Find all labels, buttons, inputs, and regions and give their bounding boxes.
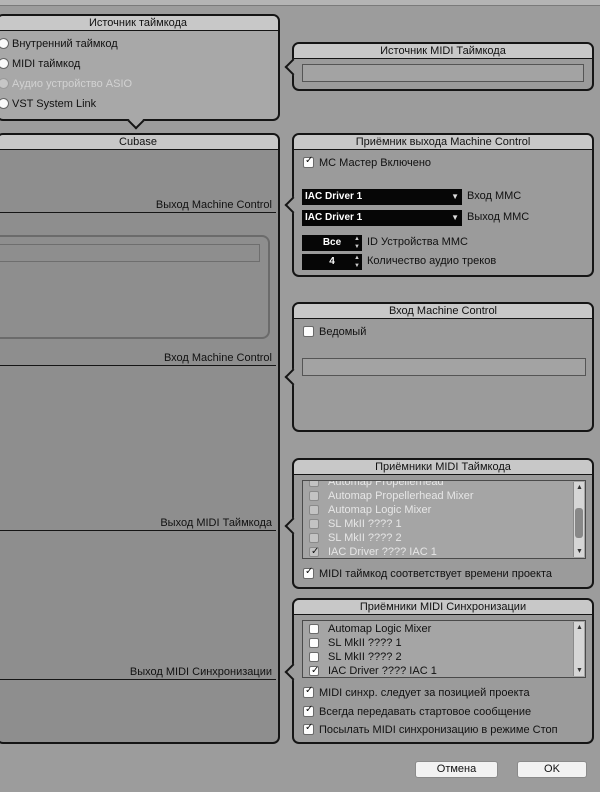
- checkbox-icon[interactable]: [309, 638, 319, 648]
- scroll-down-icon[interactable]: ▼: [574, 546, 585, 557]
- midi-sync-follows-position-checkbox[interactable]: MIDI синхр. следует за позицией проекта: [303, 685, 530, 699]
- mmc-device-id-spinner[interactable]: Все ▲ ▼: [302, 235, 362, 251]
- checkbox-icon[interactable]: [303, 722, 314, 735]
- cubase-title: Cubase: [0, 135, 278, 150]
- audio-tracks-label: Количество аудио треков: [367, 255, 497, 267]
- checkbox-icon[interactable]: [303, 685, 314, 698]
- radio-vst-system-link[interactable]: VST System Link: [0, 96, 96, 112]
- checkbox-icon[interactable]: [303, 155, 314, 168]
- mmc-out-label: Выход MMC: [467, 211, 530, 223]
- checkbox-icon[interactable]: [303, 704, 314, 717]
- timecode-source-panel: Источник таймкода Внутренний таймкод MID…: [0, 14, 280, 130]
- list-item[interactable]: Automap Propellerhead Mixer: [303, 489, 585, 503]
- panel-pointer-left: [284, 517, 302, 535]
- panel-pointer-left: [284, 196, 302, 214]
- send-sync-in-stop-checkbox[interactable]: Посылать MIDI синхронизацию в режиме Сто…: [303, 722, 558, 736]
- list-item[interactable]: Automap Propellerhead: [303, 481, 585, 489]
- midi-timecode-source-title: Источник MIDI Таймкода: [294, 44, 592, 59]
- timecode-source-title: Источник таймкода: [0, 16, 278, 31]
- list-item[interactable]: SL MkII ???? 1: [303, 636, 585, 650]
- scroll-up-icon[interactable]: ▲: [574, 622, 585, 633]
- scroll-down-icon[interactable]: ▼: [574, 665, 585, 676]
- midi-sync-receivers-panel: Приёмники MIDI Синхронизации Automap Log…: [284, 598, 594, 744]
- list-item[interactable]: SL MkII ???? 2: [303, 650, 585, 664]
- connection-mc-out-line: [0, 212, 276, 213]
- connection-mc-in-label: Вход Machine Control: [163, 352, 272, 364]
- audio-tracks-spinner[interactable]: 4 ▲ ▼: [302, 254, 362, 270]
- midi-sync-receivers-list[interactable]: Automap Logic Mixer SL MkII ???? 1 SL Mk…: [302, 620, 586, 678]
- list-scrollbar[interactable]: ▲ ▼: [573, 482, 584, 557]
- checkbox-icon[interactable]: [309, 533, 319, 543]
- list-item[interactable]: IAC Driver ???? IAC 1: [303, 545, 585, 558]
- cubase-inner-field: [0, 244, 260, 262]
- radio-button-icon[interactable]: [0, 98, 9, 109]
- radio-asio-device: Аудио устройство ASIO: [0, 76, 132, 92]
- panel-pointer-left: [284, 368, 302, 386]
- mc-input-field[interactable]: [302, 358, 586, 376]
- midi-tc-receivers-panel: Приёмники MIDI Таймкода Automap Propelle…: [284, 458, 594, 589]
- checkbox-icon[interactable]: [309, 491, 319, 501]
- mmc-out-select[interactable]: IAC Driver 1 ▼: [302, 210, 462, 226]
- slave-checkbox[interactable]: Ведомый: [303, 326, 366, 338]
- radio-button-icon[interactable]: [0, 58, 9, 69]
- list-item[interactable]: Automap Logic Mixer: [303, 622, 585, 636]
- ok-button[interactable]: OK: [517, 761, 587, 778]
- list-item[interactable]: IAC Driver ???? IAC 1: [303, 664, 585, 677]
- midi-tc-follows-project-checkbox[interactable]: MIDI таймкод соответствует времени проек…: [303, 566, 552, 580]
- checkbox-icon[interactable]: [303, 566, 314, 579]
- cubase-inner-box: [0, 235, 270, 339]
- chevron-down-icon: ▼: [451, 213, 459, 222]
- midi-timecode-source-panel: Источник MIDI Таймкода: [284, 42, 594, 91]
- cubase-panel: Cubase Выход Machine Control Вход Machin…: [0, 133, 280, 744]
- checkbox-icon[interactable]: [309, 545, 319, 558]
- mc-master-enabled-checkbox[interactable]: MC Мастер Включено: [303, 155, 431, 169]
- mc-input-title: Вход Machine Control: [294, 304, 592, 319]
- midi-sync-receivers-title: Приёмники MIDI Синхронизации: [294, 600, 592, 615]
- connection-midi-sync-out-line: [0, 679, 276, 680]
- chevron-down-icon: ▼: [451, 192, 459, 201]
- connection-midi-tc-out-label: Выход MIDI Таймкода: [160, 517, 272, 529]
- connection-mc-in-line: [0, 365, 276, 366]
- radio-button-icon[interactable]: [0, 38, 9, 49]
- checkbox-icon[interactable]: [309, 624, 319, 634]
- panel-pointer-left: [284, 58, 302, 76]
- checkbox-icon[interactable]: [309, 664, 319, 677]
- scroll-up-icon[interactable]: ▲: [574, 482, 585, 493]
- always-send-start-checkbox[interactable]: Всегда передавать стартовое сообщение: [303, 704, 531, 718]
- midi-tc-receivers-title: Приёмники MIDI Таймкода: [294, 460, 592, 475]
- stepper-arrows-icon[interactable]: ▲ ▼: [354, 254, 360, 270]
- stepper-arrows-icon[interactable]: ▲ ▼: [354, 235, 360, 251]
- mc-input-panel: Вход Machine Control Ведомый: [284, 302, 594, 432]
- mmc-in-label: Вход MMC: [467, 190, 522, 202]
- radio-midi-timecode[interactable]: MIDI таймкод: [0, 56, 80, 72]
- checkbox-icon[interactable]: [309, 519, 319, 529]
- list-item[interactable]: SL MkII ???? 1: [303, 517, 585, 531]
- connection-mc-out-label: Выход Machine Control: [155, 199, 272, 211]
- mc-output-receiver-panel: Приёмник выхода Machine Control MC Масте…: [284, 133, 594, 277]
- panel-pointer-left: [284, 663, 302, 681]
- checkbox-icon[interactable]: [303, 326, 314, 337]
- window-top-edge: [0, 0, 600, 6]
- radio-internal-timecode[interactable]: Внутренний таймкод: [0, 36, 118, 52]
- midi-timecode-source-field[interactable]: [302, 64, 584, 82]
- connection-midi-tc-out-line: [0, 530, 276, 531]
- panel-pointer-down: [127, 112, 145, 130]
- midi-tc-receivers-list[interactable]: Automap Propellerhead Automap Propellerh…: [302, 480, 586, 559]
- cancel-button[interactable]: Отмена: [415, 761, 498, 778]
- scroll-thumb[interactable]: [575, 508, 583, 538]
- checkbox-icon[interactable]: [309, 481, 319, 487]
- radio-button-icon: [0, 78, 9, 89]
- list-scrollbar[interactable]: ▲ ▼: [573, 622, 584, 676]
- mmc-device-id-label: ID Устройства MMC: [367, 236, 468, 248]
- list-item[interactable]: Automap Logic Mixer: [303, 503, 585, 517]
- checkbox-icon[interactable]: [309, 505, 319, 515]
- list-item[interactable]: SL MkII ???? 2: [303, 531, 585, 545]
- mc-output-receiver-title: Приёмник выхода Machine Control: [294, 135, 592, 150]
- checkbox-icon[interactable]: [309, 652, 319, 662]
- connection-midi-sync-out-label: Выход MIDI Синхронизации: [129, 666, 272, 678]
- mmc-in-select[interactable]: IAC Driver 1 ▼: [302, 189, 462, 205]
